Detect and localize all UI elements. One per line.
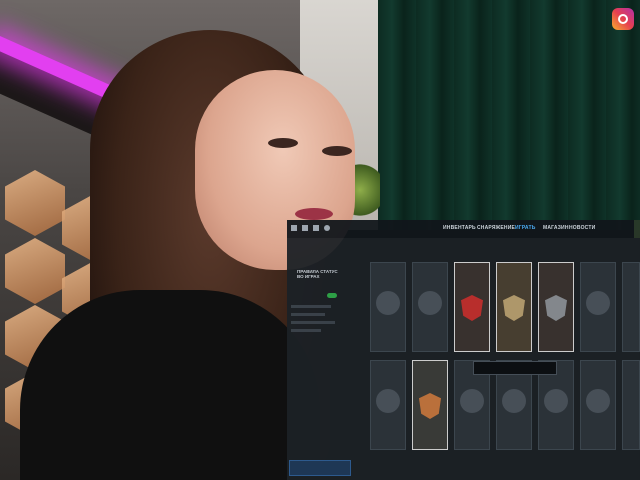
- nav-play[interactable]: ИГРАТЬ: [515, 225, 536, 231]
- agent-card[interactable]: [370, 360, 406, 450]
- sidebar-option[interactable]: [291, 313, 325, 316]
- person-eye: [322, 146, 352, 156]
- agent-card[interactable]: [622, 262, 640, 352]
- agent-card[interactable]: [622, 360, 640, 450]
- person-eye: [268, 138, 298, 148]
- sidebar-title: ПРАВИЛА СТАТУС ВО ИГРАХ: [297, 269, 338, 279]
- agent-card[interactable]: [580, 262, 616, 352]
- top-right-panel: [634, 220, 640, 238]
- person-lips: [295, 208, 333, 220]
- instagram-icon[interactable]: [612, 8, 634, 30]
- game-top-bar: ИНВЕНТАРЬ СНАРЯЖЕНИЕ ИГРАТЬ МАГАЗИН НОВО…: [287, 220, 640, 238]
- gear-icon[interactable]: [324, 225, 330, 231]
- agent-card[interactable]: [370, 262, 406, 352]
- agent-card-selected[interactable]: [454, 262, 490, 352]
- person-body: [20, 290, 320, 480]
- tooltip: [473, 361, 557, 375]
- sidebar-toggle[interactable]: [327, 293, 337, 298]
- inventory-icon[interactable]: [302, 225, 308, 231]
- bottom-status-badge[interactable]: [289, 460, 351, 476]
- nav-shop[interactable]: МАГАЗИН: [543, 225, 569, 231]
- sub-navigation: [347, 241, 640, 249]
- nav-equipment[interactable]: СНАРЯЖЕНИЕ: [477, 225, 515, 231]
- green-curtain: [378, 0, 640, 230]
- settings-icon[interactable]: [313, 225, 319, 231]
- sidebar-option[interactable]: [291, 329, 321, 332]
- agent-card-selected[interactable]: [412, 360, 448, 450]
- agent-card[interactable]: [412, 262, 448, 352]
- agent-card-selected[interactable]: [496, 262, 532, 352]
- game-ui-overlay: ИНВЕНТАРЬ СНАРЯЖЕНИЕ ИГРАТЬ МАГАЗИН НОВО…: [287, 220, 640, 480]
- home-icon[interactable]: [291, 225, 297, 231]
- agent-card-selected[interactable]: [538, 262, 574, 352]
- nav-news[interactable]: НОВОСТИ: [569, 225, 595, 231]
- agent-card[interactable]: [580, 360, 616, 450]
- sidebar-option[interactable]: [291, 305, 331, 308]
- nav-inventory[interactable]: ИНВЕНТАРЬ: [443, 225, 476, 231]
- sidebar-option[interactable]: [291, 321, 335, 324]
- game-sidebar: ПРАВИЛА СТАТУС ВО ИГРАХ: [287, 253, 345, 453]
